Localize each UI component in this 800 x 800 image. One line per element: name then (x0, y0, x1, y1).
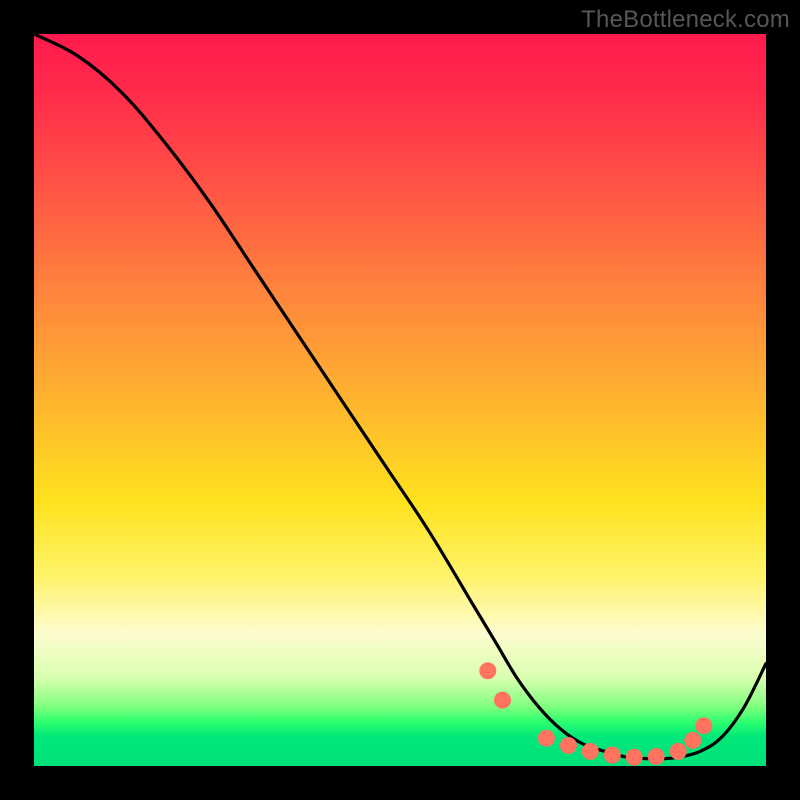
curve-marker (604, 747, 621, 764)
curve-marker (479, 662, 496, 679)
curve-marker (494, 692, 511, 709)
plot-area (34, 34, 766, 766)
curve-marker (695, 717, 712, 734)
chart-frame: TheBottleneck.com (0, 0, 800, 800)
curve-marker (626, 749, 643, 766)
curve-marker (582, 743, 599, 760)
watermark-text: TheBottleneck.com (581, 6, 790, 34)
curve-svg (34, 34, 766, 766)
curve-marker (648, 748, 665, 765)
curve-marker (684, 732, 701, 749)
bottleneck-curve (34, 34, 766, 759)
curve-markers (479, 662, 712, 765)
curve-marker (538, 730, 555, 747)
curve-marker (560, 737, 577, 754)
curve-marker (670, 743, 687, 760)
